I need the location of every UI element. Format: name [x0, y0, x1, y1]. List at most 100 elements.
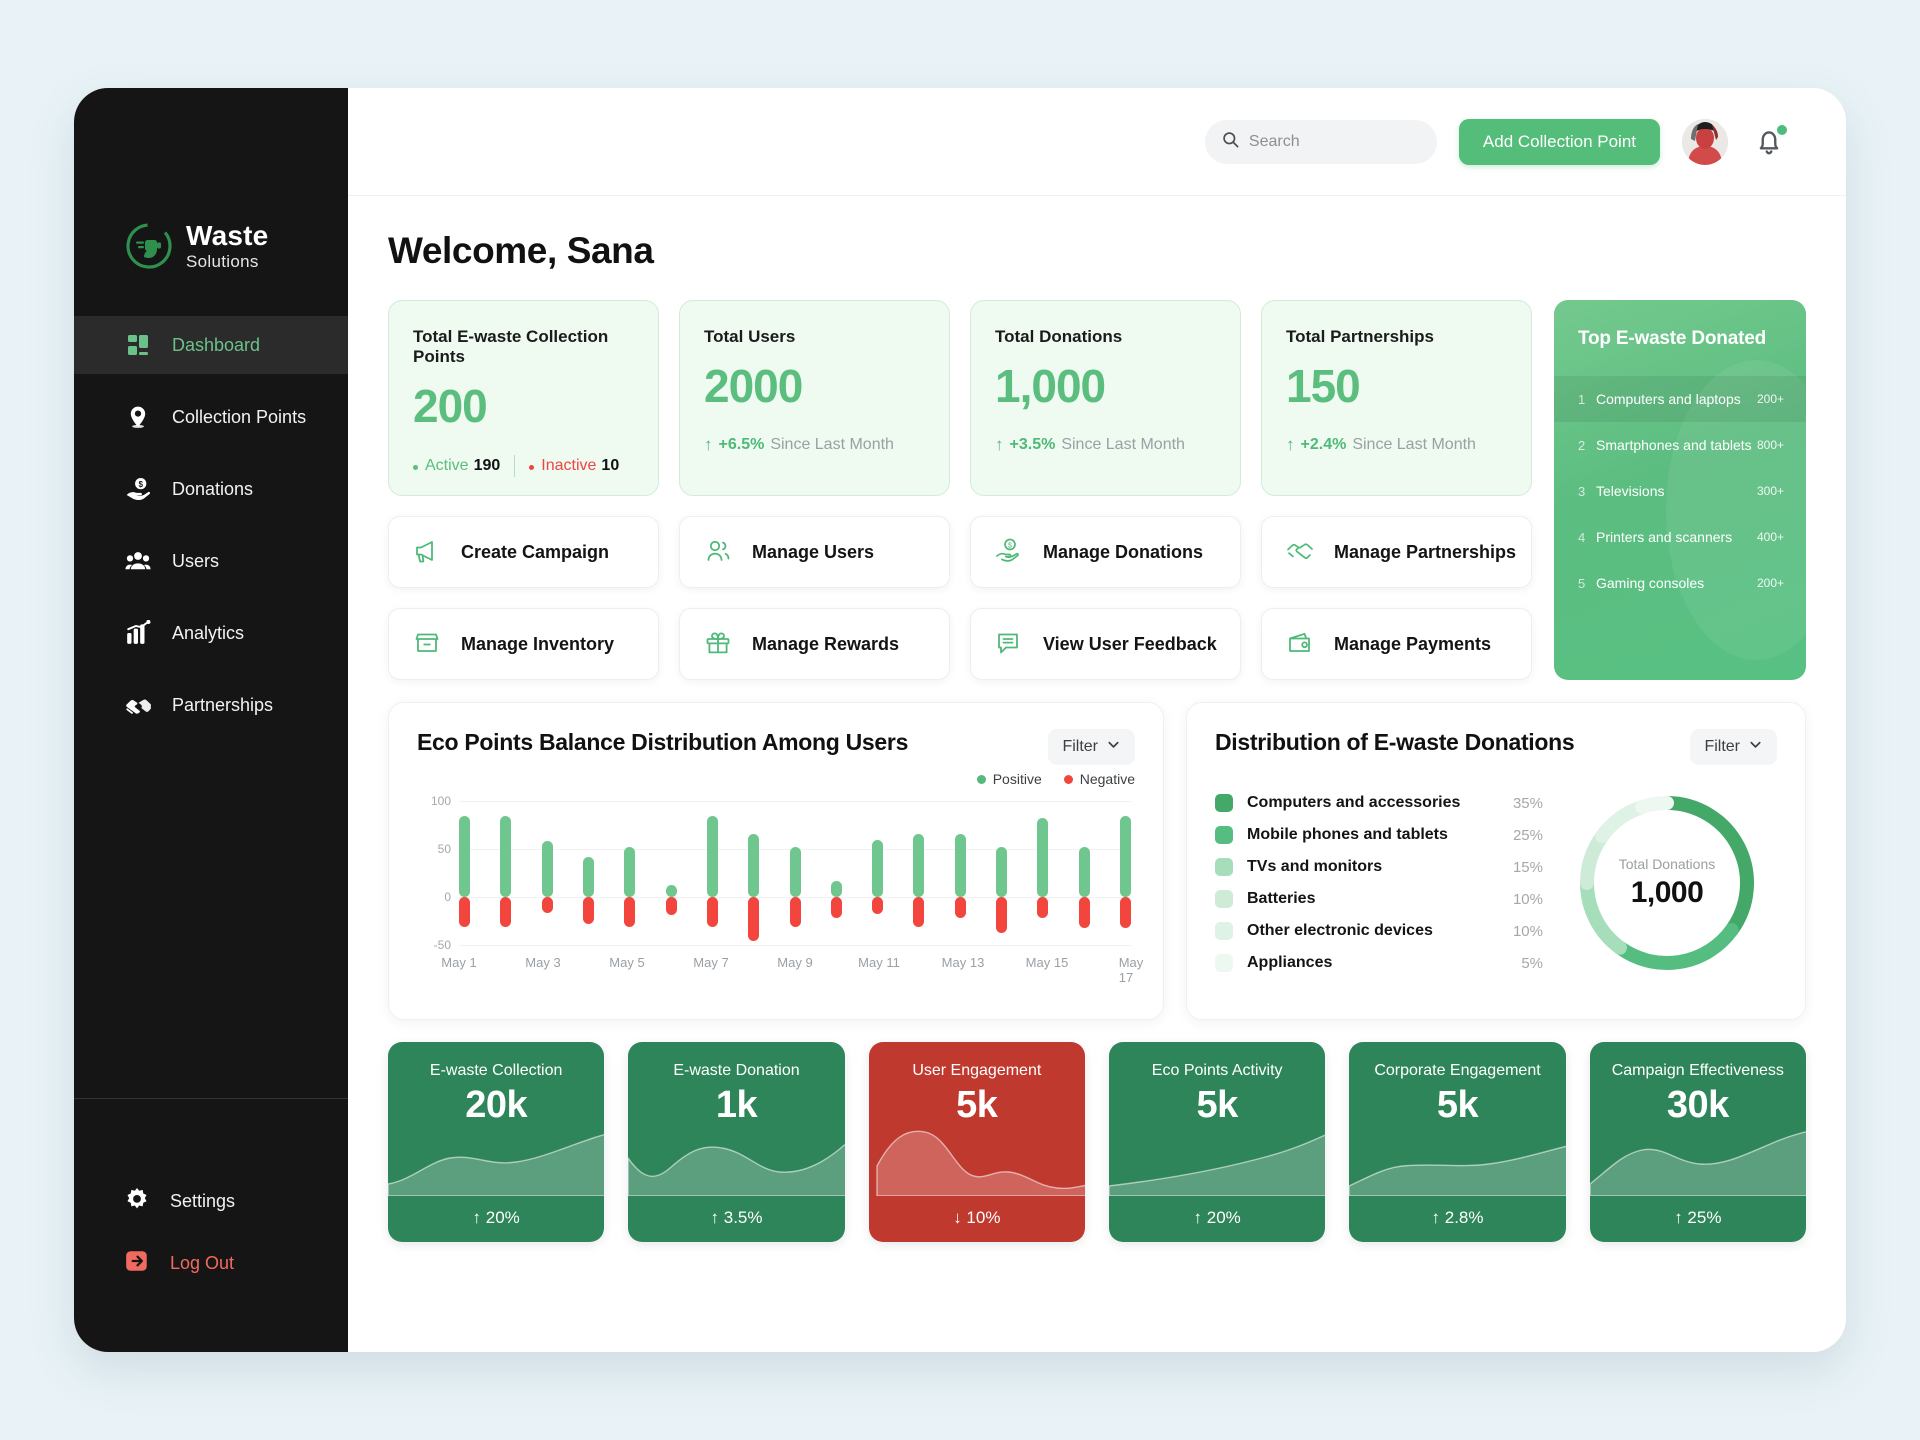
bar-negative	[1078, 897, 1090, 928]
arrow-up-icon: ↑	[710, 1208, 720, 1227]
stat-value: 200	[413, 380, 488, 432]
add-collection-point-button[interactable]: Add Collection Point	[1458, 118, 1660, 165]
metric-tile[interactable]: Corporate Engagement 5k ↑ 2.8%	[1349, 1042, 1566, 1242]
stat-title: Total Partnerships	[1286, 327, 1434, 346]
bar-negative	[913, 897, 925, 927]
x-axis-tick: May 15	[1025, 955, 1069, 970]
bar-positive	[582, 856, 594, 897]
left-column: Total E-waste Collection Points 200 Acti…	[388, 300, 1532, 680]
logout-icon	[124, 1248, 150, 1279]
list-item[interactable]: 4 Printers and scanners 400+	[1554, 514, 1806, 560]
sidebar-item-label: Collection Points	[172, 406, 307, 427]
donut-segment	[1612, 923, 1739, 970]
search-input[interactable]: Search	[1204, 119, 1437, 164]
item-name: Computers and laptops	[1596, 391, 1741, 407]
bell-icon	[1750, 130, 1784, 161]
legend-value: 35%	[1512, 794, 1543, 812]
legend-label: Mobile phones and tablets	[1247, 826, 1448, 843]
legend-swatch	[976, 774, 986, 784]
bar-positive	[872, 840, 884, 897]
y-axis-labels: 100 50 0 -50	[417, 794, 451, 952]
item-name: Televisions	[1596, 483, 1665, 499]
bar-negative	[954, 897, 966, 919]
rank: 2	[1578, 437, 1586, 453]
sidebar-item-partnerships[interactable]: Partnerships	[74, 676, 348, 734]
action-manage-users[interactable]: Manage Users	[679, 516, 950, 588]
sidebar-item-users[interactable]: Users	[74, 532, 348, 590]
metric-tile[interactable]: User Engagement 5k ↓ 10%	[868, 1042, 1085, 1242]
tile-delta: ↑ 20%	[388, 1208, 604, 1228]
tile-value: 1k	[715, 1084, 758, 1126]
tile-title: Corporate Engagement	[1374, 1062, 1541, 1079]
sidebar-nav: Dashboard Collection Points $ Donations …	[74, 316, 348, 748]
metric-tile[interactable]: Campaign Effectiveness 30k ↑ 25%	[1589, 1042, 1806, 1242]
legend-swatch	[1063, 774, 1073, 784]
brand-logo: Waste Solutions	[74, 88, 348, 316]
list-item[interactable]: 1 Computers and laptops 200+	[1554, 376, 1806, 422]
action-create-campaign[interactable]: Create Campaign	[388, 516, 659, 588]
legend-label: TVs and monitors	[1247, 858, 1383, 875]
search-icon	[1221, 130, 1240, 154]
bar-column	[459, 801, 470, 945]
notifications-button[interactable]	[1750, 122, 1790, 162]
x-axis-tick: May 17	[1118, 955, 1144, 985]
bar-positive	[954, 833, 966, 897]
tile-title: Campaign Effectiveness	[1611, 1062, 1784, 1079]
bar-chart-filter-button[interactable]: Filter	[1048, 729, 1135, 765]
bar-column	[541, 801, 553, 945]
sidebar-item-dashboard[interactable]: Dashboard	[74, 316, 348, 374]
bar-positive	[1078, 847, 1090, 897]
handshake-icon	[124, 691, 152, 719]
stat-delta: ↑ +6.5% Since Last Month	[704, 435, 925, 455]
tile-delta: ↑ 2.8%	[1349, 1208, 1565, 1228]
legend-item: Mobile phones and tablets 25%	[1215, 819, 1557, 851]
arrow-up-icon: ↑	[1431, 1208, 1441, 1227]
x-axis-tick: May 13	[941, 955, 985, 970]
tile-value: 5k	[956, 1084, 998, 1126]
metric-tile[interactable]: E-waste Collection 20k ↑ 20%	[388, 1042, 605, 1242]
legend-value: 10%	[1512, 890, 1543, 908]
wallet-icon	[1286, 629, 1316, 659]
action-label: Manage Inventory	[461, 633, 615, 654]
action-view-user-feedback[interactable]: View User Feedback	[970, 608, 1241, 680]
sidebar-item-settings[interactable]: Settings	[74, 1170, 348, 1232]
bar-negative	[624, 897, 636, 927]
svg-text:$: $	[138, 480, 143, 489]
brand-title: Waste	[186, 220, 269, 251]
list-item[interactable]: 2 Smartphones and tablets 800+	[1554, 422, 1806, 468]
action-manage-donations[interactable]: $ Manage Donations	[970, 516, 1241, 588]
action-label: View User Feedback	[1043, 633, 1217, 654]
x-axis-labels: May 1 May 3 May 5 May 7 May 9 May 11 May 13 May…	[441, 955, 1143, 985]
action-manage-inventory[interactable]: Manage Inventory	[388, 608, 659, 680]
donut-chart-filter-button[interactable]: Filter	[1690, 729, 1777, 765]
sidebar-item-collection-points[interactable]: Collection Points	[74, 388, 348, 446]
top-region: Total E-waste Collection Points 200 Acti…	[388, 300, 1806, 680]
y-axis-tick: 50	[437, 842, 451, 856]
action-manage-rewards[interactable]: Manage Rewards	[679, 608, 950, 680]
hand-coin-icon: $	[124, 475, 152, 503]
sidebar-item-donations[interactable]: $ Donations	[74, 460, 348, 518]
action-manage-payments[interactable]: Manage Payments	[1261, 608, 1532, 680]
list-item[interactable]: 3 Televisions 300+	[1554, 468, 1806, 514]
users-icon	[124, 547, 152, 575]
bars	[459, 801, 1131, 945]
x-axis-tick: May 7	[693, 955, 729, 970]
metric-tile[interactable]: Eco Points Activity 5k ↑ 20%	[1108, 1042, 1326, 1242]
legend-swatch	[1215, 858, 1233, 876]
filter-label: Filter	[1704, 738, 1740, 755]
tile-title: User Engagement	[912, 1062, 1042, 1079]
action-label: Manage Payments	[1334, 633, 1492, 654]
stat-cards: Total E-waste Collection Points 200 Acti…	[388, 300, 1532, 496]
action-manage-partnerships[interactable]: Manage Partnerships	[1261, 516, 1532, 588]
sidebar-item-analytics[interactable]: Analytics	[74, 604, 348, 662]
bar-positive	[1037, 818, 1049, 897]
list-item[interactable]: 5 Gaming consoles 200+	[1554, 560, 1806, 606]
bar-negative	[706, 897, 718, 927]
bar-column	[748, 801, 760, 945]
avatar[interactable]	[1682, 118, 1728, 165]
sidebar-item-logout[interactable]: Log Out	[74, 1232, 348, 1294]
metric-tile[interactable]: E-waste Donation 1k ↑ 3.5%	[628, 1042, 845, 1242]
tile-title: E-waste Collection	[429, 1062, 563, 1079]
legend-value: 10%	[1512, 922, 1543, 940]
top-bar: Search Add Collection Point	[348, 88, 1846, 196]
